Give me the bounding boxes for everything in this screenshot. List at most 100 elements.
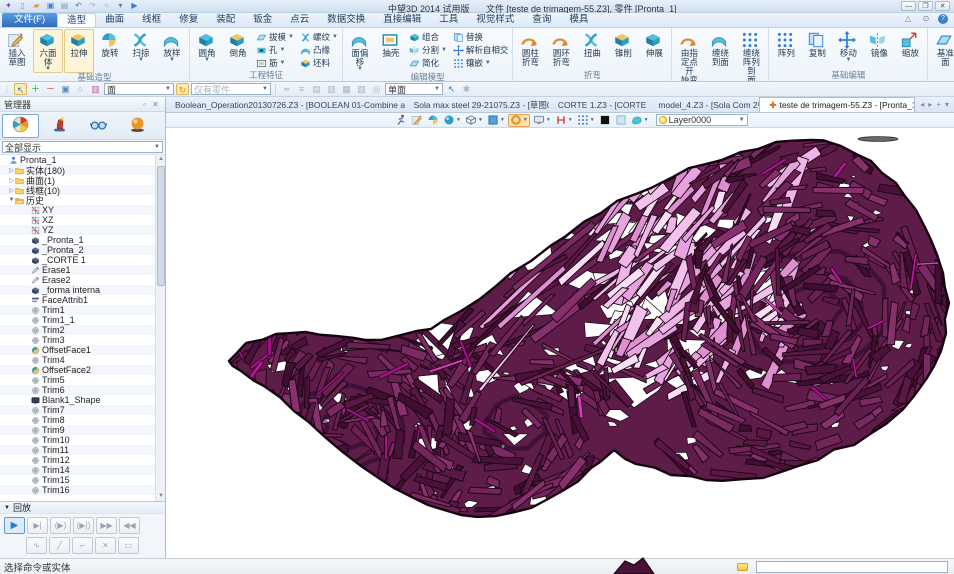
erase-view-icon[interactable] — [410, 114, 424, 127]
ribbon-button-简化[interactable]: 简化 — [407, 57, 449, 69]
ribbon-button-倒角[interactable]: 倒角 — [223, 29, 253, 71]
cyan-style-icon[interactable]: ▼ — [630, 114, 650, 127]
ribbon-button-镜像[interactable]: 镜像 — [864, 29, 894, 71]
tree-item-OffsetFace1[interactable]: OffsetFace1 — [0, 345, 165, 355]
open-file-icon[interactable]: ▰ — [31, 1, 42, 11]
document-tab-active[interactable]: ✚teste de trimagem-55.Z3 - [Pronta_1]✕ — [759, 97, 915, 112]
pin-icon[interactable]: ▫ — [139, 100, 150, 109]
tree-item-曲面(1)[interactable]: ▷曲面(1) — [0, 175, 165, 185]
close-panel-icon[interactable]: ✕ — [150, 100, 161, 109]
expand-arrow-icon[interactable]: ▷ — [8, 187, 15, 194]
playback-tool-2[interactable]: ⌐ — [72, 537, 93, 554]
ribbon-tab-钣金[interactable]: 钣金 — [244, 13, 281, 27]
tree-item-_CORTE 1[interactable]: _CORTE 1 — [0, 255, 165, 265]
tree-item-Trim15[interactable]: Trim15 — [0, 475, 165, 485]
tree-item-Blank1_Shape[interactable]: Blank1_Shape — [0, 395, 165, 405]
tree-item-Trim16[interactable]: Trim16 — [0, 485, 165, 495]
ribbon-button-替换[interactable]: 替换 — [451, 31, 511, 43]
ribbon-tab-点云[interactable]: 点云 — [281, 13, 318, 27]
ribbon-tab-数据交换[interactable]: 数据交换 — [318, 13, 374, 27]
redo-icon[interactable]: ↷ — [87, 1, 98, 11]
playback-tool-4[interactable]: ▭ — [118, 537, 139, 554]
app-logo-icon[interactable]: ✦ — [3, 1, 14, 11]
tree-item-Trim14[interactable]: Trim14 — [0, 465, 165, 475]
tree-item-_forma interna[interactable]: _forma interna — [0, 285, 165, 295]
tree-item-Trim10[interactable]: Trim10 — [0, 435, 165, 445]
resume-pick-icon[interactable]: ↻ — [176, 83, 189, 95]
shaded-display-icon[interactable]: ▼ — [442, 114, 462, 127]
ribbon-button-拉伸[interactable]: 拉伸 — [64, 29, 94, 73]
pattern-view-icon[interactable]: ▼ — [576, 114, 596, 127]
history-manager-tab[interactable] — [2, 114, 39, 138]
remove-select-icon[interactable]: － — [44, 83, 57, 95]
tab-nav-icon[interactable]: + — [936, 100, 941, 109]
snap-option-icon[interactable]: ▧ — [355, 83, 368, 95]
ribbon-button-镶嵌[interactable]: 镶嵌▼ — [451, 57, 511, 69]
tree-item-Trim1[interactable]: Trim1 — [0, 305, 165, 315]
ribbon-button-筋[interactable]: 筋▼ — [254, 57, 296, 69]
ribbon-button-组合[interactable]: 组合 — [407, 31, 449, 43]
playback-header[interactable]: ▼ 回放 — [0, 502, 165, 514]
viewport-canvas[interactable] — [166, 128, 954, 558]
snap-option-icon[interactable]: ▤ — [310, 83, 323, 95]
paint-face-icon[interactable] — [426, 114, 440, 127]
snap-option-icon[interactable]: ▥ — [325, 83, 338, 95]
snap-option-icon[interactable]: ▦ — [340, 83, 353, 95]
playback-tool-0[interactable]: ∿ — [26, 537, 47, 554]
tree-item-_Pronta_2[interactable]: _Pronta_2 — [0, 245, 165, 255]
ribbon-button-缩放[interactable]: 缩放 — [895, 29, 925, 71]
tree-item-Trim3[interactable]: Trim3 — [0, 335, 165, 345]
tree-item-Trim1_1[interactable]: Trim1_1 — [0, 315, 165, 325]
tree-item-Trim2[interactable]: Trim2 — [0, 325, 165, 335]
ribbon-tab-曲面[interactable]: 曲面 — [96, 13, 133, 27]
ribbon-button-扭曲[interactable]: 扭曲 — [577, 29, 607, 71]
ribbon-button-拔模[interactable]: 拔模▼ — [254, 31, 296, 43]
ribbon-button-缠绕到面[interactable]: 缠绕到面 — [705, 29, 735, 82]
tree-item-Trim8[interactable]: Trim8 — [0, 415, 165, 425]
blue-swatch[interactable] — [614, 114, 628, 127]
tree-item-Trim7[interactable]: Trim7 — [0, 405, 165, 415]
ribbon-button-旋转[interactable]: 旋转 — [95, 29, 125, 73]
pick-last-icon[interactable]: ↖ — [445, 83, 458, 95]
help-icon[interactable]: ? — [938, 14, 948, 24]
tree-item-FaceAttrib1[interactable]: FaceAttrib1 — [0, 295, 165, 305]
ribbon-button-插入草图[interactable]: 插入草图 — [2, 29, 32, 73]
ribbon-button-扫掠[interactable]: 扫掠▼ — [126, 29, 156, 73]
section-view-icon[interactable]: ▼ — [554, 114, 574, 127]
tree-scrollbar[interactable]: ▲▼ — [155, 155, 165, 501]
scroll-up-icon[interactable]: ▲ — [156, 155, 165, 164]
black-swatch[interactable] — [598, 114, 612, 127]
tab-nav-icon[interactable]: ▾ — [945, 100, 949, 109]
ribbon-button-分割[interactable]: 分割▼ — [407, 44, 449, 56]
entity-filter-dropdown[interactable]: 面▼ — [104, 83, 174, 95]
ribbon-tab-直接编辑[interactable]: 直接编辑 — [374, 13, 430, 27]
polygon-select-icon[interactable]: ○ — [74, 83, 87, 95]
document-tab[interactable]: Sola max steel 29-21075.Z3 - [草图001] — [405, 97, 549, 112]
tree-item-历史[interactable]: ▼历史 — [0, 195, 165, 205]
ribbon-button-移动[interactable]: 移动▼ — [833, 29, 863, 71]
save-icon[interactable]: ▣ — [45, 1, 56, 11]
filter-list-icon[interactable]: ▥ — [89, 83, 102, 95]
ribbon-button-六面体[interactable]: 六面体▼ — [33, 29, 63, 73]
ribbon-button-放样[interactable]: 放样▼ — [157, 29, 187, 73]
regen-view-icon[interactable] — [394, 114, 408, 127]
ribbon-button-复制[interactable]: 复制 — [802, 29, 832, 71]
document-tab[interactable]: CORTE 1.Z3 - [CORTE 1] — [549, 97, 650, 112]
layer-dropdown[interactable]: Layer0000 ▼ — [656, 114, 748, 126]
face-display-icon[interactable]: ▼ — [486, 114, 506, 127]
scope-filter-dropdown[interactable]: 仅有零件▼ — [191, 83, 271, 95]
tree-item-Pronta_1[interactable]: Pronta_1 — [0, 155, 165, 165]
ribbon-button-面偏移[interactable]: 面偏移▼ — [345, 29, 375, 73]
minimize-ribbon-icon[interactable]: △ — [902, 14, 914, 24]
ribbon-button-解析自相交[interactable]: 解析自相交 — [451, 44, 511, 56]
ribbon-tab-装配[interactable]: 装配 — [207, 13, 244, 27]
ribbon-tab-修复[interactable]: 修复 — [170, 13, 207, 27]
pick-mode-dropdown[interactable]: 单面▼ — [385, 83, 443, 95]
tree-item-XZ[interactable]: XZ — [0, 215, 165, 225]
tree-item-实体(180)[interactable]: ▷实体(180) — [0, 165, 165, 175]
tree-filter-dropdown[interactable]: 全部显示 ▼ — [2, 141, 163, 153]
ribbon-button-圆环折弯[interactable]: 圆环折弯 — [546, 29, 576, 71]
playback-button-3[interactable]: (▶|) — [73, 517, 94, 534]
pick-cursor-icon[interactable]: ↖ — [14, 83, 27, 95]
ribbon-button-孔[interactable]: 孔▼ — [254, 44, 296, 56]
